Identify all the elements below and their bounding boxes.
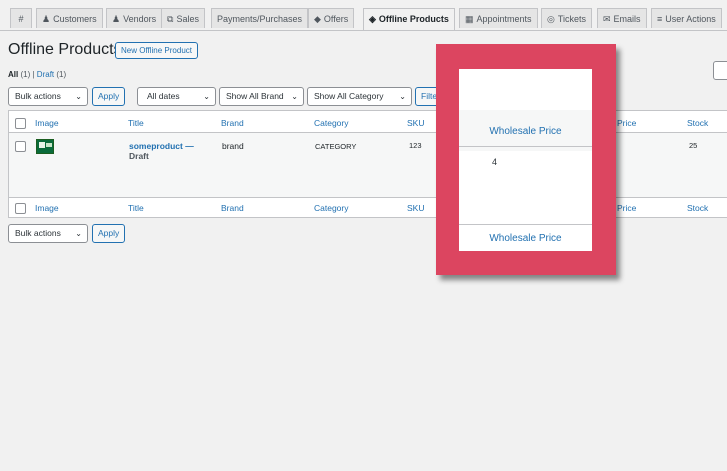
product-thumbnail[interactable] [36,139,54,154]
column-header-category[interactable]: Category [314,118,349,128]
tab-appointments[interactable]: ▦ Appointments [459,8,538,28]
filter-all-count: (1) [20,70,31,79]
tab-offers[interactable]: ◆ Offers [308,8,355,28]
highlight-header-divider [459,146,592,147]
ticket-icon: ◎ [547,14,555,24]
select-all-checkbox-footer[interactable] [15,203,26,214]
select-value: Show All Brand [226,91,284,101]
tab-label: Offline Products [378,14,449,24]
tab-customers[interactable]: ♟ Customers [36,8,103,28]
column-header-sku[interactable]: SKU [407,118,424,128]
tab-emails[interactable]: ✉ Emails [597,8,647,28]
search-input[interactable] [713,61,727,80]
filter-draft-count: (1) [56,70,67,79]
wholesale-price-value: 4 [492,157,498,167]
column-footer-wholesale-price[interactable]: Wholesale Price [459,233,592,244]
tab-dashboard[interactable]: # [10,8,32,28]
column-footer-image[interactable]: Image [35,203,59,213]
tab-label: Sales [176,14,199,24]
tab-label: Vendors [123,14,157,24]
tab-user-actions[interactable]: ≡ User Actions [651,8,722,28]
status-filter-links: All (1) | Draft (1) [8,70,66,79]
top-tabs: # ♟ Customers ♟ Vendors ⧉ Sales Payments/Pu… [0,8,727,31]
filter-draft-link[interactable]: Draft [37,70,54,79]
select-value: Show All Category [314,91,384,101]
user-icon: ♟ [42,14,51,24]
column-header-price[interactable]: Price [617,118,636,128]
chevron-down-icon: ⌄ [203,92,210,101]
product-sku: 123 [409,141,422,150]
column-footer-sku[interactable]: SKU [407,203,424,213]
post-state: Draft [129,151,149,161]
column-footer-stock[interactable]: Stock [687,203,708,213]
column-header-wholesale-price[interactable]: Wholesale Price [459,126,592,137]
bulk-actions-select-bottom[interactable]: Bulk actions ⌄ [8,224,88,243]
tab-label: Payments/Purchases [217,14,303,24]
category-select[interactable]: Show All Category ⌄ [307,87,412,106]
chevron-down-icon: ⌄ [291,92,298,101]
product-stock: 25 [689,141,698,150]
select-value: Bulk actions [15,228,61,238]
row-checkbox[interactable] [15,141,26,152]
brand-select[interactable]: Show All Brand ⌄ [219,87,304,106]
tab-sales[interactable]: ⧉ Sales [161,8,205,28]
tab-label: Customers [53,14,97,24]
sales-icon: ⧉ [167,14,174,24]
column-header-image[interactable]: Image [35,118,59,128]
list-icon: ≡ [657,14,663,24]
product-category: CATEGORY [315,142,357,151]
apply-button-bottom[interactable]: Apply [92,224,126,243]
apply-button[interactable]: Apply [92,87,126,106]
calendar-icon: ▦ [465,14,474,24]
column-footer-title[interactable]: Title [128,203,144,213]
envelope-icon: ✉ [603,14,611,24]
tab-label: Tickets [557,14,587,24]
tab-payments[interactable]: Payments/Purchases [211,8,309,28]
home-icon: # [18,14,24,24]
tab-label: Emails [613,14,641,24]
product-title-link[interactable]: someproduct [129,141,183,151]
dates-select[interactable]: All dates ⌄ [137,87,216,106]
column-header-title[interactable]: Title [128,118,144,128]
tab-label: User Actions [665,14,716,24]
product-brand: brand [222,141,244,151]
box-icon: ◈ [369,14,376,24]
tag-icon: ◆ [314,14,321,24]
tab-label: Appointments [476,14,532,24]
product-title-cell: someproduct — Draft [129,141,194,161]
products-table: Image Title Brand Category SKU Price Sto… [8,110,727,218]
tab-label: Offers [323,14,349,24]
highlight-footer-divider [459,224,592,225]
column-header-stock[interactable]: Stock [687,118,708,128]
tab-vendors[interactable]: ♟ Vendors [106,8,163,28]
highlighted-column: Wholesale Price 4 Wholesale Price [459,69,592,251]
column-footer-brand[interactable]: Brand [221,203,244,213]
column-header-brand[interactable]: Brand [221,118,244,128]
filter-separator: | [32,70,35,79]
column-footer-category[interactable]: Category [314,203,349,213]
tab-tickets[interactable]: ◎ Tickets [541,8,593,28]
user-icon: ♟ [112,14,121,24]
select-all-checkbox[interactable] [15,118,26,129]
filter-all-link[interactable]: All [8,70,18,79]
footer-divider [9,197,727,198]
column-footer-price[interactable]: Price [617,203,636,213]
new-offline-product-button[interactable]: New Offline Product [115,42,198,59]
chevron-down-icon: ⌄ [399,92,406,101]
chevron-down-icon: ⌄ [75,229,82,238]
page-title: Offline Products [8,41,122,58]
select-value: Bulk actions [15,91,61,101]
title-dash: — [185,141,194,151]
select-value: All dates [147,91,180,101]
table-row [9,133,727,197]
bulk-actions-select[interactable]: Bulk actions ⌄ [8,87,88,106]
tab-offline-products[interactable]: ◈ Offline Products [363,8,455,30]
chevron-down-icon: ⌄ [75,92,82,101]
